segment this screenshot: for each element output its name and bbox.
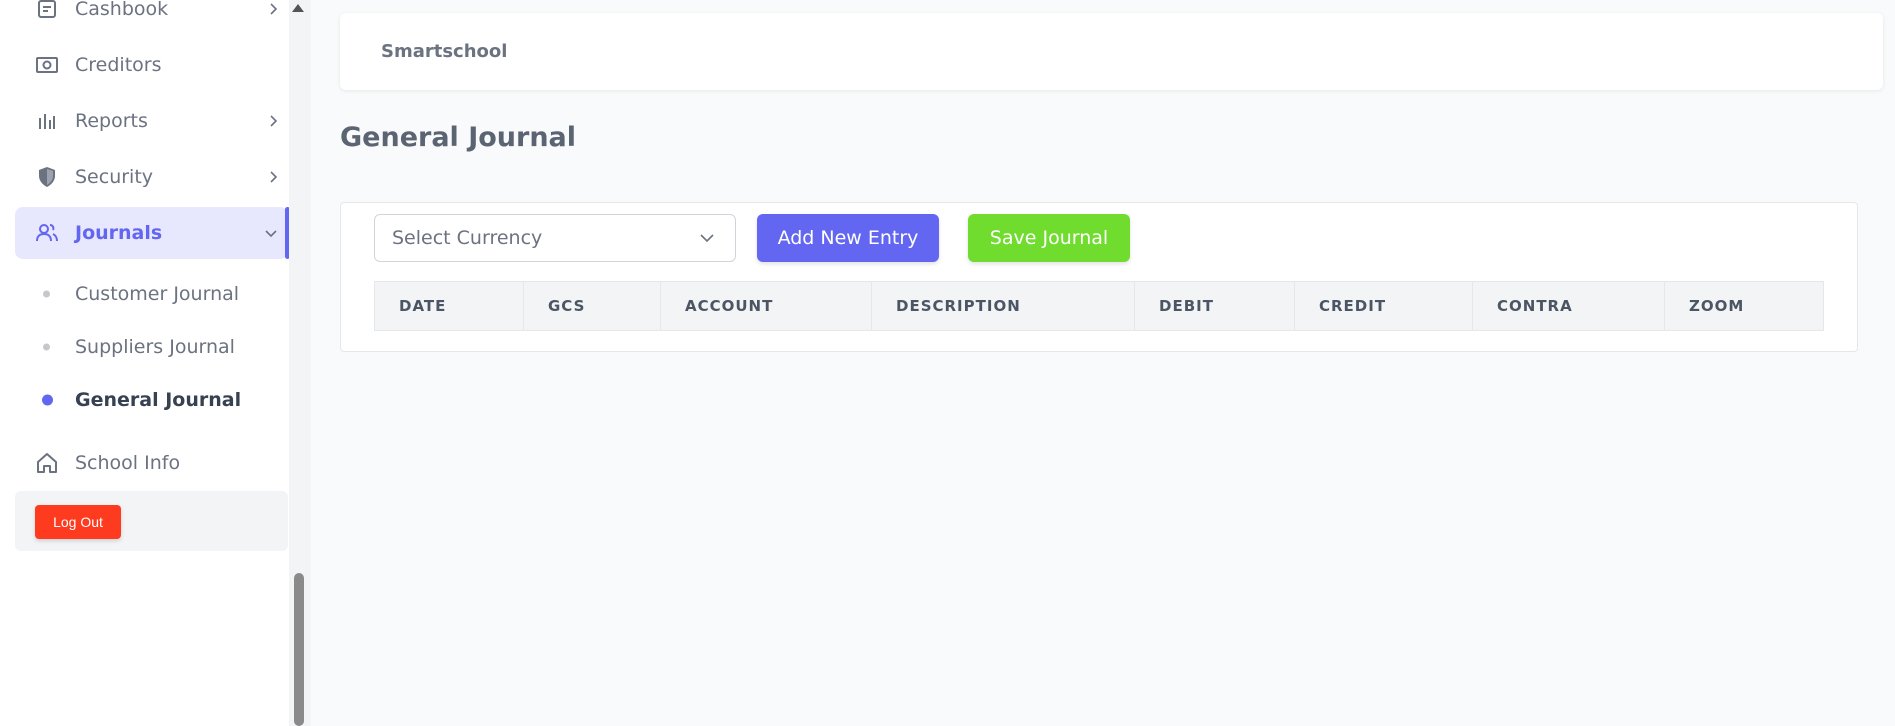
column-header-account[interactable]: ACCOUNT	[661, 282, 872, 330]
sidebar-subitem-label: Suppliers Journal	[75, 336, 235, 358]
sidebar-item-cashbook[interactable]: Cashbook	[15, 0, 288, 35]
shield-icon	[35, 165, 59, 189]
scrollbar-thumb[interactable]	[294, 573, 304, 726]
sidebar-subitem-label: Customer Journal	[75, 283, 240, 305]
home-icon	[35, 451, 59, 475]
column-header-zoom[interactable]: ZOOM	[1665, 282, 1823, 330]
users-icon	[35, 221, 59, 245]
currency-select[interactable]: Select Currency	[374, 214, 736, 262]
sidebar-item-label: Reports	[75, 110, 148, 132]
page-title: General Journal	[340, 122, 577, 153]
chevron-right-icon	[270, 171, 278, 183]
sidebar-item-label: Security	[75, 166, 154, 188]
sidebar-item-label: Creditors	[75, 54, 162, 76]
creditors-icon	[35, 53, 59, 77]
reports-icon	[35, 109, 59, 133]
sidebar-subitem-label: General Journal	[75, 389, 242, 411]
sidebar-subitem-suppliers-journal[interactable]: Suppliers Journal	[15, 327, 288, 367]
journal-table-header: DATE GCS ACCOUNT DESCRIPTION DEBIT CREDI…	[374, 281, 1824, 331]
chevron-right-icon	[270, 3, 278, 15]
sidebar: Cashbook Creditors Reports Security Jour…	[0, 0, 290, 726]
top-header: Smartschool	[340, 13, 1883, 90]
sidebar-item-label: School Info	[75, 452, 181, 474]
scroll-up-arrow-icon[interactable]	[292, 4, 304, 12]
add-new-entry-button[interactable]: Add New Entry	[757, 214, 939, 262]
sidebar-item-label: Cashbook	[75, 0, 169, 20]
bullet-dot	[43, 290, 50, 298]
chevron-down-icon	[700, 234, 714, 243]
cashbook-icon	[35, 0, 59, 21]
column-header-gcs[interactable]: GCS	[524, 282, 661, 330]
column-header-date[interactable]: DATE	[375, 282, 524, 330]
save-journal-button[interactable]: Save Journal	[968, 214, 1130, 262]
column-header-contra[interactable]: CONTRA	[1473, 282, 1665, 330]
column-header-description[interactable]: DESCRIPTION	[872, 282, 1135, 330]
bullet-dot	[42, 394, 53, 406]
sidebar-item-label: Journals	[75, 222, 163, 244]
journal-card: Select Currency Add New Entry Save Journ…	[340, 202, 1858, 352]
column-header-credit[interactable]: CREDIT	[1295, 282, 1473, 330]
currency-select-placeholder: Select Currency	[392, 227, 543, 249]
sidebar-item-creditors[interactable]: Creditors	[15, 39, 288, 91]
sidebar-subitem-general-journal[interactable]: General Journal	[15, 380, 288, 420]
chevron-down-icon	[265, 230, 277, 238]
logout-container: Log Out	[15, 491, 288, 551]
chevron-right-icon	[270, 115, 278, 127]
sidebar-subitem-customer-journal[interactable]: Customer Journal	[15, 274, 288, 314]
sidebar-item-security[interactable]: Security	[15, 151, 288, 203]
bullet-dot	[43, 343, 50, 351]
sidebar-item-reports[interactable]: Reports	[15, 95, 288, 147]
sidebar-item-journals[interactable]: Journals	[15, 207, 290, 259]
column-header-debit[interactable]: DEBIT	[1135, 282, 1295, 330]
logout-button[interactable]: Log Out	[35, 505, 121, 539]
sidebar-item-school-info[interactable]: School Info	[15, 437, 288, 489]
brand-name: Smartschool	[381, 41, 508, 62]
